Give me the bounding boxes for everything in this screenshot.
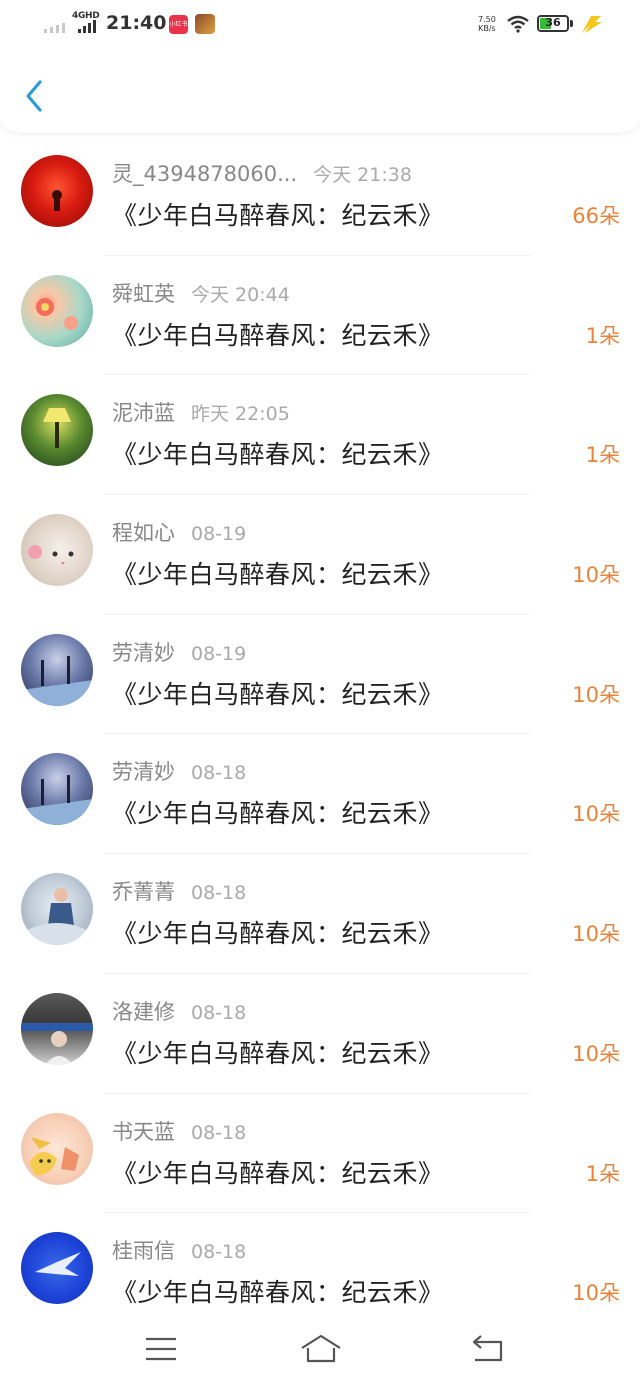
user-name: 程如心 08-19 [112,521,247,546]
avatar[interactable] [21,155,93,227]
book-title: 《少年白马醉春风：纪云禾》 [112,320,444,350]
user-name: 舜虹英 今天 20:44 [112,281,290,306]
timestamp: 08-18 [191,1121,247,1144]
book-title: 《少年白马醉春风：纪云禾》 [112,560,444,590]
flower-count: 1朵 [585,443,620,468]
list-item[interactable]: 劳清妙 08-18 《少年白马醉春风：纪云禾》 10朵 [0,734,640,855]
book-title: 《少年白马醉春风：纪云禾》 [112,1158,444,1188]
chevron-left-icon[interactable] [18,76,54,116]
user-name: 劳清妙 08-19 [112,640,247,665]
list-item[interactable]: 劳清妙 08-19 《少年白马醉春风：纪云禾》 10朵 [0,615,640,735]
user-name: 劳清妙 08-18 [112,760,247,785]
avatar[interactable] [21,274,93,347]
user-name: 灵_4394878060... 今天 21:38 [112,162,412,186]
avatar[interactable] [21,753,93,826]
user-name: 乔菁菁 08-18 [112,880,247,905]
timestamp: 08-19 [191,523,247,546]
flower-count: 66朵 [572,204,620,228]
list-item[interactable]: 泥沛蓝 昨天 22:05 《少年白马醉春风：纪云禾》 1朵 [0,375,640,496]
book-title: 《少年白马醉春风：纪云禾》 [112,1038,444,1068]
book-title: 《少年白马醉春风：纪云禾》 [112,679,444,709]
user-name: 泥沛蓝 昨天 22:05 [112,401,290,426]
timestamp: 08-19 [191,642,247,665]
list-item[interactable]: 乔菁菁 08-18 《少年白马醉春风：纪云禾》 10朵 [0,854,640,974]
user-name: 书天蓝 08-18 [112,1119,247,1144]
list-item[interactable]: 洛建修 08-18 《少年白马醉春风：纪云禾》 10朵 [0,974,640,1094]
list-item[interactable]: 书天蓝 08-18 《少年白马醉春风：纪云禾》 1朵 [0,1094,640,1214]
timestamp: 08-18 [191,1001,247,1024]
user-name: 洛建修 08-18 [112,999,247,1024]
avatar[interactable] [21,514,93,587]
timestamp: 08-18 [191,882,247,905]
avatar[interactable] [21,873,93,946]
flower-count: 10朵 [572,802,620,827]
menu-icon[interactable] [141,1332,181,1366]
list-item[interactable]: 灵_4394878060... 今天 21:38 《少年白马醉春风：纪云禾》 66… [0,136,640,256]
flower-count: 1朵 [585,1161,620,1186]
timestamp: 今天 20:44 [191,283,290,306]
home-icon[interactable] [299,1332,343,1366]
timestamp: 08-18 [191,762,247,785]
user-name: 桂雨信 08-18 [112,1239,247,1264]
book-title: 《少年白马醉春风：纪云禾》 [112,919,444,949]
flower-count: 10朵 [572,1281,620,1306]
list-item[interactable]: 舜虹英 今天 20:44 《少年白马醉春风：纪云禾》 1朵 [0,256,640,376]
timestamp: 08-18 [191,1241,247,1264]
flower-count: 1朵 [585,323,620,348]
avatar[interactable] [21,394,93,467]
avatar[interactable] [21,1232,93,1305]
book-title: 《少年白马醉春风：纪云禾》 [112,1278,444,1308]
list-item[interactable]: 程如心 08-19 《少年白马醉春风：纪云禾》 10朵 [0,495,640,615]
back-icon[interactable] [467,1332,507,1366]
book-title: 《少年白马醉春风：纪云禾》 [112,201,444,230]
system-navigation-bar [0,1310,640,1387]
avatar[interactable] [21,1112,93,1185]
timestamp: 今天 21:38 [313,164,412,186]
flower-count: 10朵 [572,1041,620,1066]
flower-count: 10朵 [572,563,620,588]
flower-count: 10朵 [572,922,620,947]
avatar[interactable] [21,633,93,706]
top-bar [0,0,640,132]
timestamp: 昨天 22:05 [191,403,290,426]
book-title: 《少年白马醉春风：纪云禾》 [112,799,444,829]
avatar[interactable] [21,992,93,1065]
flower-count: 10朵 [572,682,620,707]
gift-record-list: 灵_4394878060... 今天 21:38 《少年白马醉春风：纪云禾》 66… [0,136,640,1333]
book-title: 《少年白马醉春风：纪云禾》 [112,440,444,470]
